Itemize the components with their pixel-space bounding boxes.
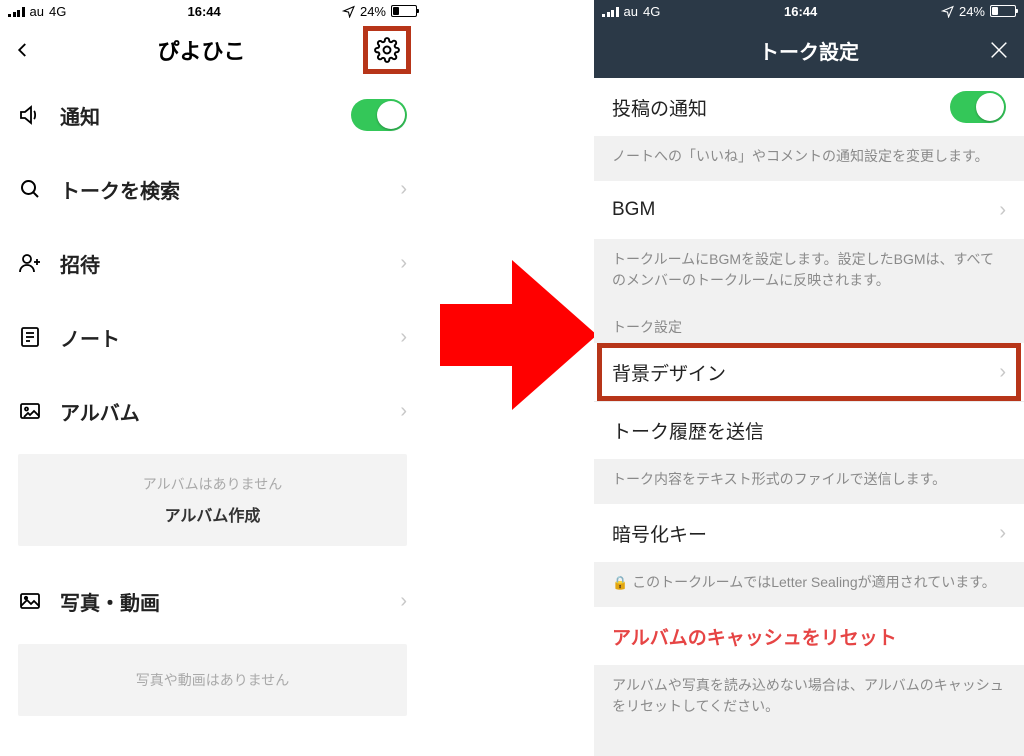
photos-empty-label: 写真や動画はありません: [28, 670, 397, 690]
network-label: 4G: [49, 4, 66, 19]
network-label: 4G: [643, 4, 660, 19]
chevron-right-icon: ›: [400, 326, 407, 349]
row-bgm[interactable]: BGM ›: [594, 181, 1024, 239]
row-notification[interactable]: 通知: [0, 78, 425, 152]
back-button[interactable]: [14, 37, 40, 63]
encryption-desc-text: このトークルームではLetter Sealingが適用されています。: [632, 574, 996, 590]
battery-pct: 24%: [360, 4, 386, 19]
chevron-right-icon: ›: [400, 400, 407, 423]
note-icon: [18, 325, 48, 349]
invite-icon: [18, 251, 48, 275]
close-button[interactable]: [988, 39, 1010, 61]
post-notify-label: 投稿の通知: [612, 94, 950, 121]
location-icon: [342, 5, 355, 18]
album-reset-desc: アルバムや写真を読み込めない場合は、アルバムのキャッシュをリセットしてください。: [594, 665, 1024, 731]
notification-label: 通知: [60, 101, 351, 130]
row-encryption-key[interactable]: 暗号化キー ›: [594, 504, 1024, 562]
send-history-desc: トーク内容をテキスト形式のファイルで送信します。: [594, 459, 1024, 504]
row-send-history[interactable]: トーク履歴を送信: [594, 401, 1024, 459]
post-notify-toggle[interactable]: [950, 91, 1006, 123]
chevron-right-icon: ›: [400, 590, 407, 613]
invite-label: 招待: [60, 249, 400, 278]
battery-icon: [990, 5, 1016, 17]
search-label: トークを検索: [60, 175, 400, 204]
row-album-cache-reset[interactable]: アルバムのキャッシュをリセット: [594, 607, 1024, 665]
status-bar: au 4G 16:44 24%: [594, 0, 1024, 22]
chevron-right-icon: ›: [999, 361, 1006, 384]
carrier-label: au: [30, 4, 44, 19]
note-label: ノート: [60, 323, 400, 352]
chevron-right-icon: ›: [400, 178, 407, 201]
album-reset-label: アルバムのキャッシュをリセット: [612, 623, 1006, 650]
bgm-label: BGM: [612, 199, 999, 221]
notification-toggle[interactable]: [351, 99, 407, 131]
carrier-label: au: [624, 4, 638, 19]
chat-title: ぴよひこ: [40, 34, 363, 66]
row-background-design[interactable]: 背景デザイン ›: [594, 343, 1024, 401]
settings-title: トーク設定: [759, 36, 859, 65]
row-photos[interactable]: 写真・動画 ›: [0, 564, 425, 638]
left-screenshot: au 4G 16:44 24% ぴよひこ: [0, 0, 425, 756]
signal-icon: [8, 6, 25, 17]
album-create-label: アルバム作成: [28, 502, 397, 526]
clock-label: 16:44: [784, 4, 817, 19]
battery-icon: [391, 5, 417, 17]
clock-label: 16:44: [188, 4, 221, 19]
post-notify-desc: ノートへの「いいね」やコメントの通知設定を変更します。: [594, 136, 1024, 181]
chevron-right-icon: ›: [400, 252, 407, 275]
search-icon: [18, 177, 48, 201]
row-note[interactable]: ノート ›: [0, 300, 425, 374]
send-history-label: トーク履歴を送信: [612, 417, 1006, 444]
status-bar: au 4G 16:44 24%: [0, 0, 425, 22]
chevron-right-icon: ›: [999, 522, 1006, 545]
album-label: アルバム: [60, 397, 400, 426]
photos-empty-card: 写真や動画はありません: [18, 644, 407, 716]
photos-label: 写真・動画: [60, 587, 400, 616]
location-icon: [941, 5, 954, 18]
bgm-desc: トークルームにBGMを設定します。設定したBGMは、すべてのメンバーのトークルー…: [594, 239, 1024, 305]
album-empty-card[interactable]: アルバムはありません アルバム作成: [18, 454, 407, 546]
battery-pct: 24%: [959, 4, 985, 19]
settings-button-highlight[interactable]: [363, 26, 411, 74]
gear-icon: [374, 37, 400, 63]
row-invite[interactable]: 招待 ›: [0, 226, 425, 300]
album-icon: [18, 399, 48, 423]
signal-icon: [602, 6, 619, 17]
background-design-label: 背景デザイン: [612, 359, 999, 386]
album-empty-label: アルバムはありません: [28, 474, 397, 494]
speaker-icon: [18, 103, 48, 127]
right-header: トーク設定: [594, 22, 1024, 78]
row-album[interactable]: アルバム ›: [0, 374, 425, 448]
encryption-key-label: 暗号化キー: [612, 520, 999, 547]
row-post-notification[interactable]: 投稿の通知: [594, 78, 1024, 136]
section-talk-settings: トーク設定: [594, 305, 1024, 343]
chevron-right-icon: ›: [999, 199, 1006, 222]
right-screenshot: au 4G 16:44 24% トーク設定 投稿の通知 ノート: [594, 0, 1024, 756]
lock-icon: 🔒: [612, 575, 628, 590]
photo-icon: [18, 589, 48, 613]
row-search[interactable]: トークを検索 ›: [0, 152, 425, 226]
red-arrow-annotation: [440, 260, 595, 410]
encryption-desc: 🔒 このトークルームではLetter Sealingが適用されています。: [594, 562, 1024, 607]
left-header: ぴよひこ: [0, 22, 425, 78]
